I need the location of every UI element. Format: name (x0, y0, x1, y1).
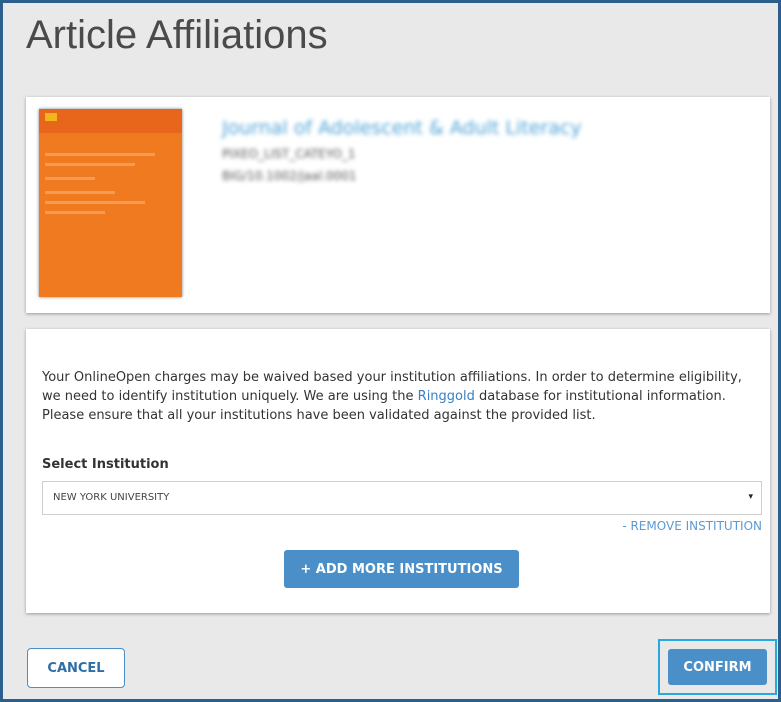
journal-cover-image (39, 109, 182, 297)
affiliation-card: Your OnlineOpen charges may be waived ba… (26, 329, 770, 613)
modal-dialog: Article Affiliations Journal of Adolesce… (0, 0, 781, 702)
affiliation-description: Your OnlineOpen charges may be waived ba… (42, 368, 758, 425)
select-institution-label: Select Institution (42, 457, 169, 472)
journal-title-link[interactable]: Journal of Adolescent & Adult Literacy (222, 117, 582, 139)
journal-info: Journal of Adolescent & Adult Literacy P… (222, 117, 582, 191)
institution-select-value: NEW YORK UNIVERSITY (53, 492, 170, 503)
cancel-button[interactable]: CANCEL (27, 648, 125, 688)
journal-card: Journal of Adolescent & Adult Literacy P… (26, 97, 770, 313)
chevron-down-icon: ▾ (748, 492, 753, 502)
add-more-institutions-button[interactable]: + ADD MORE INSTITUTIONS (284, 550, 519, 588)
institution-select[interactable]: NEW YORK UNIVERSITY ▾ (42, 481, 762, 515)
journal-code: PIXEO_LIST_CATEYO_1 (222, 147, 356, 161)
page-title: Article Affiliations (26, 13, 328, 57)
confirm-focus-outline: CONFIRM (658, 639, 777, 695)
journal-doi: BIG/10.1002/jaal.0001 (222, 169, 357, 183)
ringgold-link[interactable]: Ringgold (418, 389, 475, 404)
remove-institution-link[interactable]: - REMOVE INSTITUTION (622, 519, 762, 533)
confirm-button[interactable]: CONFIRM (668, 649, 767, 685)
